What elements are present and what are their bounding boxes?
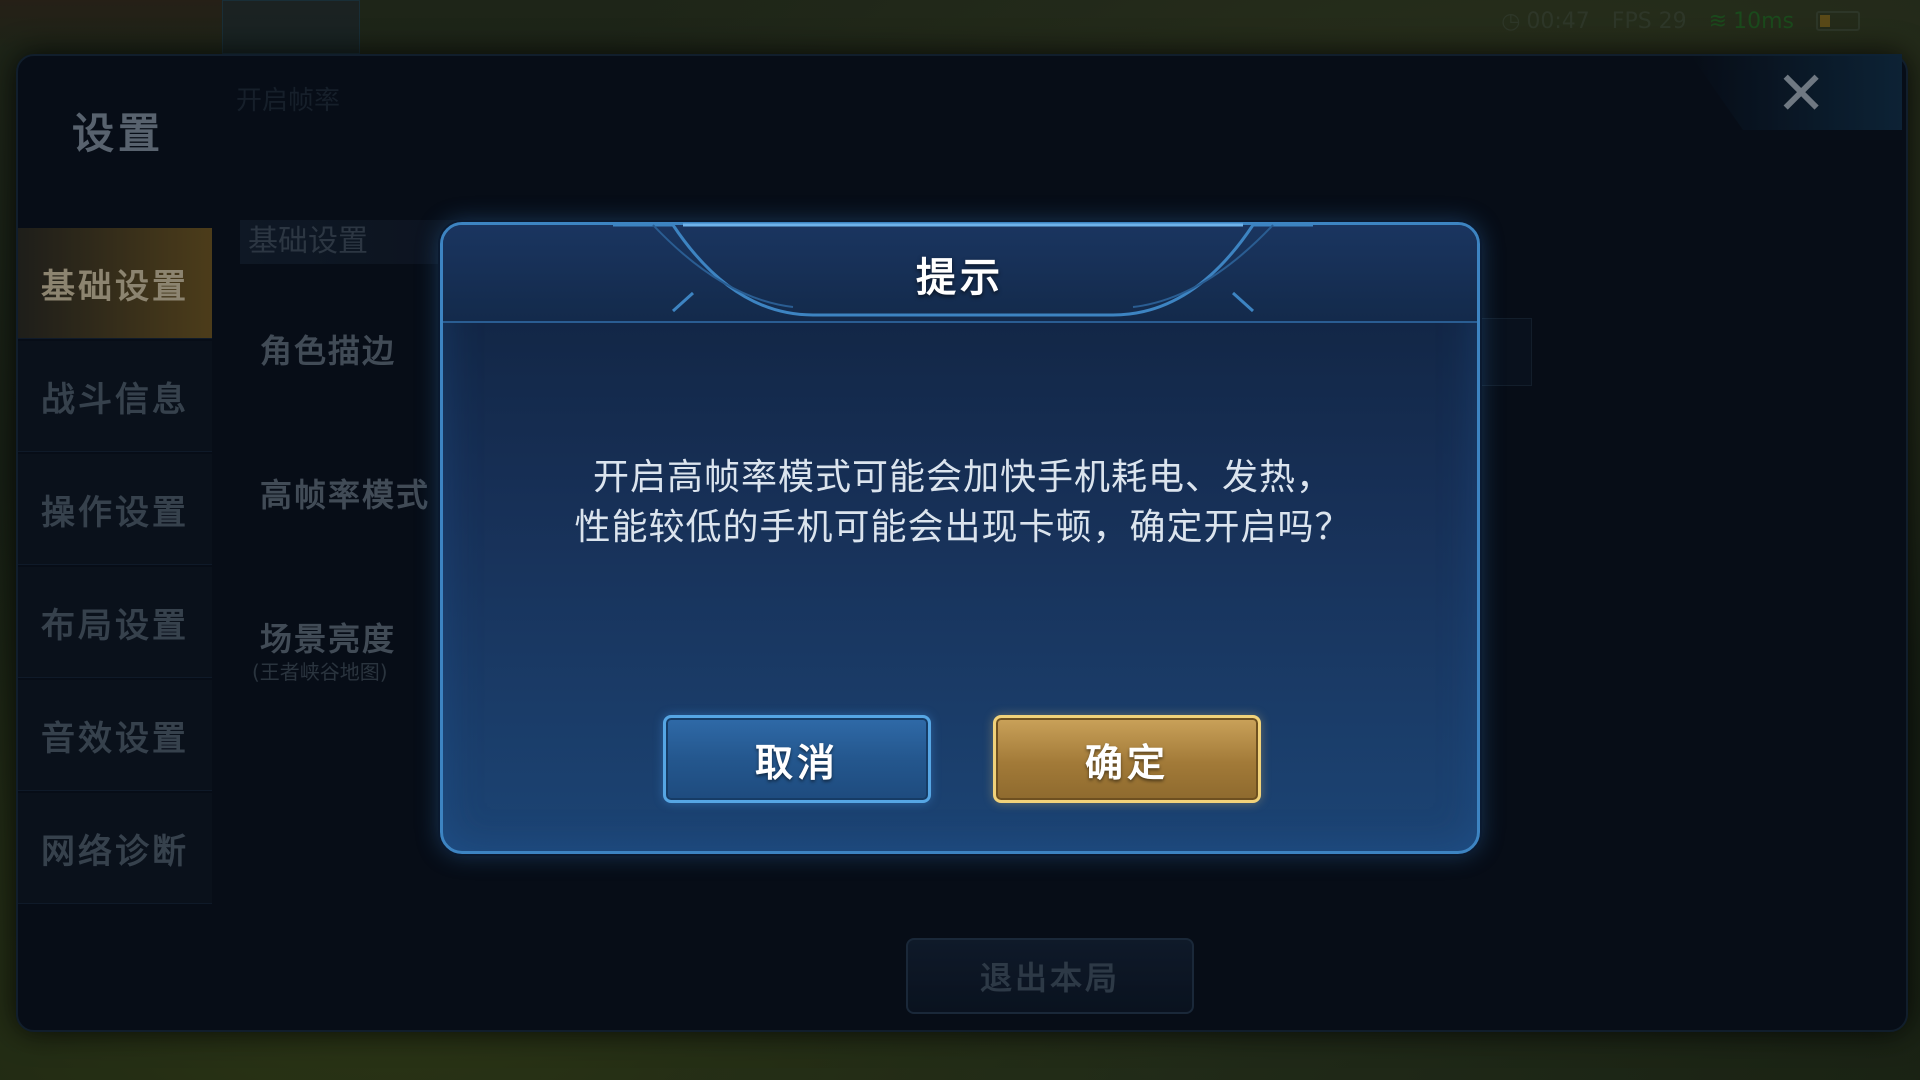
dialog-message-line: 开启高帧率模式可能会加快手机耗电、发热， bbox=[592, 457, 1333, 498]
dialog-header: 提示 bbox=[443, 223, 1477, 323]
dialog-title: 提示 bbox=[916, 255, 1004, 301]
cancel-button[interactable]: 取消 bbox=[663, 715, 931, 803]
confirm-dialog: 提示 开启高帧率模式可能会加快手机耗电、发热， 性能较低的手机可能会出现卡顿，确… bbox=[440, 222, 1480, 854]
dialog-message: 开启高帧率模式可能会加快手机耗电、发热， 性能较低的手机可能会出现卡顿，确定开启… bbox=[503, 453, 1423, 553]
confirm-button[interactable]: 确定 bbox=[993, 715, 1261, 803]
dialog-message-line: 性能较低的手机可能会出现卡顿，确定开启吗？ bbox=[574, 507, 1352, 548]
